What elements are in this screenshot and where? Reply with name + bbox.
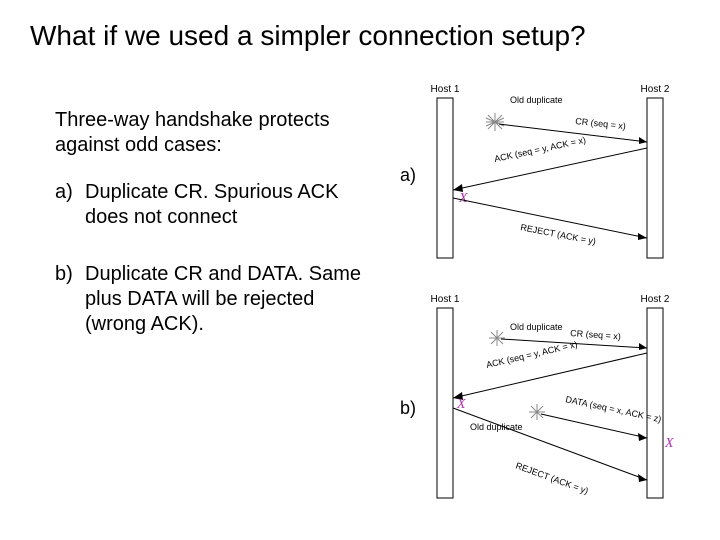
host2-label: Host 2	[641, 84, 670, 95]
msg-cr: CR (seq = x)	[575, 116, 627, 131]
old-duplicate-label: Old duplicate	[510, 95, 563, 105]
host1-label-b: Host 1	[431, 294, 460, 305]
diagram-b: Host 1 Host 2 Old duplicate CR (seq = x)…	[425, 290, 705, 510]
diagram-label-b: b)	[400, 398, 416, 419]
list-item-a: a) Duplicate CR. Spurious ACK does not c…	[55, 180, 365, 230]
msg-reject-b: REJECT (ACK = y)	[514, 460, 589, 496]
subtitle: Three-way handshake protects against odd…	[55, 108, 365, 158]
starburst-icon	[529, 404, 545, 420]
page-title: What if we used a simpler connection set…	[30, 20, 700, 52]
host2-label-b: Host 2	[641, 294, 670, 305]
msg-reject: REJECT (ACK = y)	[520, 222, 597, 246]
list-item-b: b) Duplicate CR and DATA. Same plus DATA…	[55, 262, 365, 337]
list-text-a: Duplicate CR. Spurious ACK does not conn…	[85, 180, 365, 230]
diagram-label-a: a)	[400, 165, 416, 186]
x-mark-b2: X	[664, 436, 674, 451]
msg-data-b: DATA (seq = x, ACK = z)	[565, 394, 663, 424]
msg-ack: ACK (seq = y, ACK = x)	[493, 135, 586, 164]
diagram-a: Host 1 Host 2 Old duplicate CR (seq = x)…	[425, 80, 705, 270]
msg-cr-b: CR (seq = x)	[570, 328, 621, 342]
list-text-b: Duplicate CR and DATA. Same plus DATA wi…	[85, 262, 365, 337]
list-marker-a: a)	[55, 180, 85, 230]
starburst-icon	[489, 330, 505, 346]
slide: What if we used a simpler connection set…	[0, 0, 720, 540]
old-duplicate-label-b1: Old duplicate	[510, 322, 563, 332]
host1-label: Host 1	[431, 84, 460, 95]
msg-ack-b: ACK (seq = y, ACK = x)	[485, 339, 578, 370]
list-marker-b: b)	[55, 262, 85, 337]
x-mark-a: X	[458, 191, 468, 206]
starburst-icon	[486, 113, 504, 131]
